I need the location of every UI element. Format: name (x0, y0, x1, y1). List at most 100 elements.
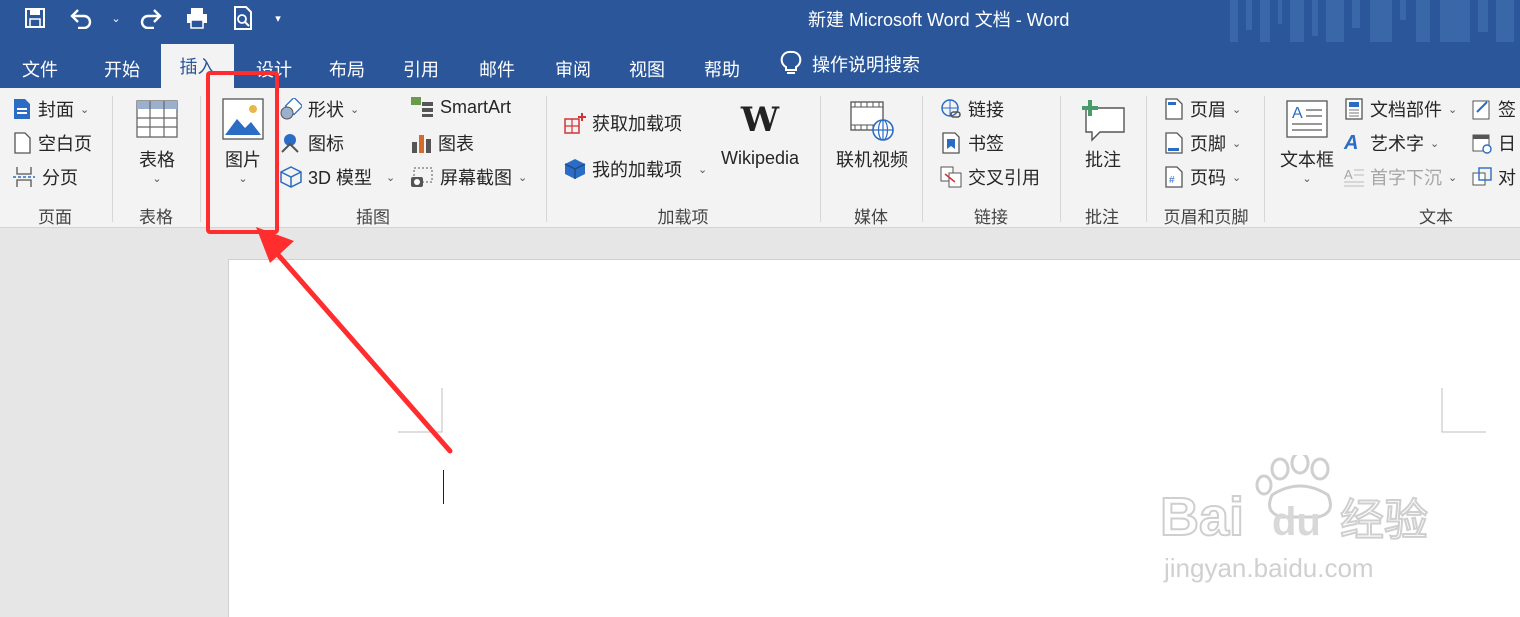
my-addins-button[interactable]: 我的加载项 ⌄ (564, 156, 707, 182)
save-icon[interactable] (12, 4, 58, 32)
chart-button[interactable]: 图表 (410, 130, 474, 156)
cross-reference-icon (940, 166, 962, 188)
cover-page-button[interactable]: 封面 ⌄ (12, 96, 89, 122)
smartart-icon (411, 97, 433, 117)
quick-parts-button[interactable]: 文档部件 ⌄ (1344, 96, 1457, 122)
tab-view[interactable]: 视图 (614, 50, 680, 88)
svg-text:A: A (1292, 105, 1303, 122)
new-comment-label: 批注 (1085, 150, 1121, 170)
group-label-header-footer: 页眉和页脚 (1163, 208, 1249, 227)
text-cursor (443, 470, 444, 504)
undo-icon[interactable] (58, 4, 104, 32)
title-decoration (1230, 0, 1514, 42)
print-icon[interactable] (174, 4, 220, 32)
cover-page-label: 封面 (38, 100, 74, 120)
text-box-icon: A (1286, 100, 1328, 138)
get-addins-label: 获取加载项 (592, 114, 682, 134)
drop-cap-label: 首字下沉 (1370, 168, 1442, 188)
get-addins-button[interactable]: 获取加载项 (564, 110, 682, 136)
redo-icon[interactable] (128, 4, 174, 32)
group-label-media: 媒体 (854, 208, 888, 227)
separator (820, 96, 821, 222)
online-video-button[interactable]: 联机视频 (834, 100, 910, 172)
separator (1264, 96, 1265, 222)
bookmark-button[interactable]: 书签 (940, 130, 1004, 156)
window-title: 新建 Microsoft Word 文档 - Word (808, 10, 1070, 30)
svg-text:#: # (1169, 175, 1175, 186)
comment-icon (1082, 100, 1125, 142)
watermark-brand2: du (1272, 500, 1321, 544)
quick-parts-label: 文档部件 (1370, 100, 1442, 120)
link-label: 链接 (968, 100, 1004, 120)
quick-access-toolbar: ⌄ ▾ (12, 4, 290, 32)
chevron-down-icon: ⌄ (152, 173, 162, 185)
group-label-text: 文本 (1419, 208, 1453, 227)
chart-label: 图表 (438, 134, 474, 154)
smartart-button[interactable]: SmartArt (410, 96, 511, 118)
group-label-links: 链接 (974, 208, 1008, 227)
annotation-arrow (256, 227, 453, 454)
tab-layout[interactable]: 布局 (314, 50, 380, 88)
separator (1060, 96, 1061, 222)
new-comment-button[interactable]: 批注 (1076, 98, 1130, 172)
page-number-button[interactable]: # 页码 ⌄ (1164, 164, 1241, 190)
tab-file[interactable]: 文件 (8, 50, 72, 88)
print-preview-icon[interactable] (220, 4, 266, 32)
tell-me-search[interactable]: 操作说明搜索 (780, 50, 920, 78)
separator (200, 96, 201, 222)
link-icon (941, 99, 961, 118)
text-box-button[interactable]: A 文本框 ⌄ (1278, 100, 1336, 185)
page-number-label: 页码 (1190, 168, 1226, 188)
online-video-icon (850, 101, 894, 141)
signature-icon (1472, 100, 1490, 120)
blank-page-button[interactable]: 空白页 (12, 130, 92, 156)
svg-text:A: A (1344, 167, 1353, 182)
customize-qat-icon[interactable]: ▾ (266, 4, 290, 32)
wikipedia-button[interactable]: W Wikipedia (716, 102, 804, 169)
tab-help[interactable]: 帮助 (689, 50, 755, 88)
cross-reference-button[interactable]: 交叉引用 (940, 164, 1040, 190)
tab-references[interactable]: 引用 (388, 50, 454, 88)
3d-models-button[interactable]: 3D 模型 ⌄ (280, 164, 395, 190)
signature-line-button[interactable]: 签 (1472, 96, 1516, 122)
object-icon (1472, 167, 1492, 186)
wikipedia-label: Wikipedia (720, 148, 800, 168)
signature-label: 签 (1498, 100, 1516, 120)
separator (922, 96, 923, 222)
drop-cap-button[interactable]: A 首字下沉 ⌄ (1344, 164, 1457, 190)
link-button[interactable]: 链接 (940, 96, 1004, 122)
group-label-comments: 批注 (1085, 208, 1119, 227)
header-button[interactable]: 页眉 ⌄ (1164, 96, 1241, 122)
wordart-button[interactable]: A 艺术字 ⌄ (1344, 130, 1439, 156)
chevron-down-icon: ⌄ (1302, 173, 1312, 185)
shapes-button[interactable]: 形状 ⌄ (280, 96, 359, 122)
quick-parts-icon (1345, 98, 1363, 120)
footer-icon (1165, 132, 1183, 154)
footer-label: 页脚 (1190, 134, 1226, 154)
screenshot-button[interactable]: 屏幕截图 ⌄ (410, 164, 527, 190)
tab-home[interactable]: 开始 (88, 50, 156, 88)
my-addins-label: 我的加载项 (592, 160, 682, 180)
3d-models-label: 3D 模型 (308, 168, 373, 188)
page-break-button[interactable]: 分页 (12, 164, 78, 190)
date-time-label: 日 (1498, 134, 1516, 154)
page-break-label: 分页 (42, 168, 78, 188)
blank-page-icon (14, 132, 31, 154)
table-button[interactable]: 表格 ⌄ (132, 100, 182, 185)
watermark-brand: Bai (1160, 487, 1244, 547)
table-label: 表格 (139, 150, 175, 170)
icons-label: 图标 (308, 134, 344, 154)
header-label: 页眉 (1190, 100, 1226, 120)
footer-button[interactable]: 页脚 ⌄ (1164, 130, 1241, 156)
tab-mailings[interactable]: 邮件 (464, 50, 530, 88)
tab-review[interactable]: 审阅 (540, 50, 606, 88)
object-button[interactable]: 对 (1472, 164, 1516, 190)
group-label-pages: 页面 (38, 208, 72, 227)
undo-dropdown-icon[interactable]: ⌄ (104, 4, 128, 32)
margin-corner-right (1441, 388, 1486, 433)
separator (546, 96, 547, 222)
icons-button[interactable]: 图标 (280, 130, 344, 156)
page-number-icon: # (1165, 166, 1183, 188)
date-time-button[interactable]: 日 (1472, 130, 1516, 156)
tell-me-label: 操作说明搜索 (812, 55, 920, 75)
